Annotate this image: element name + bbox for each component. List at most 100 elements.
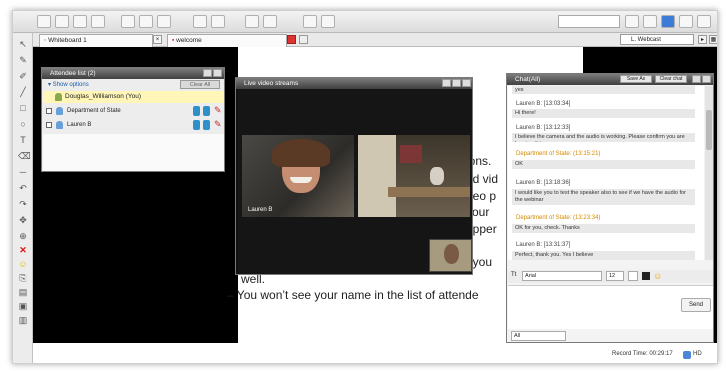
- chat-message: OK: [512, 160, 695, 169]
- marker-tool-icon[interactable]: ✐: [18, 71, 28, 81]
- attendee-row-self[interactable]: Douglas_Williamson (You): [43, 91, 224, 103]
- close-icon[interactable]: [462, 79, 471, 87]
- attendee-row[interactable]: Department of State ✎: [43, 105, 224, 118]
- tab-bar: ▫ Whiteboard 1 × ▪ welcome L. Webcast ▸ …: [33, 33, 717, 47]
- tab-close-icon[interactable]: ×: [153, 35, 162, 44]
- minimize-icon[interactable]: [203, 69, 212, 77]
- text-color-icon[interactable]: [642, 272, 650, 280]
- clear-all-button[interactable]: Clear All: [180, 80, 220, 89]
- undo-tool-icon[interactable]: ↶: [18, 183, 28, 193]
- settings-icon[interactable]: [625, 15, 639, 28]
- show-options-link[interactable]: ▾ Show options: [48, 81, 89, 88]
- tab-add-icon[interactable]: [299, 35, 308, 44]
- save-icon[interactable]: [303, 15, 317, 28]
- font-icon: Tt: [511, 272, 517, 278]
- chat-scroll-thumb[interactable]: [706, 110, 712, 150]
- video-feed-department[interactable]: [358, 135, 470, 217]
- send-button[interactable]: Send: [681, 298, 711, 312]
- tab-welcome[interactable]: ▪ welcome: [167, 34, 287, 47]
- person-icon[interactable]: [203, 120, 210, 130]
- attendee-list-titlebar[interactable]: Attendee list (2): [42, 68, 224, 79]
- record-time: Record Time: 00:29:17: [612, 351, 673, 357]
- minimize-icon[interactable]: [692, 75, 701, 83]
- pencil-tool-icon[interactable]: ✎: [18, 55, 28, 65]
- tab-close-icon[interactable]: [287, 35, 296, 44]
- share-icon[interactable]: [643, 15, 657, 28]
- chat-sender: Lauren B: [13:03:34]: [516, 101, 571, 107]
- emoticon-icon[interactable]: ☺: [653, 271, 662, 281]
- text-tool-icon[interactable]: T: [18, 135, 28, 145]
- save-as-button[interactable]: Save As: [620, 75, 652, 83]
- close-icon[interactable]: [702, 75, 711, 83]
- status-bar: Record Time: 00:29:17 HD: [33, 343, 717, 363]
- pen-permission-icon[interactable]: ✎: [214, 105, 222, 116]
- line-width-icon[interactable]: ─: [18, 167, 28, 177]
- text-icon[interactable]: [91, 15, 105, 28]
- minimize-icon[interactable]: [442, 79, 451, 87]
- chat-message: I would like you to test the speaker als…: [512, 189, 695, 205]
- ellipse-tool-icon[interactable]: ○: [18, 119, 28, 129]
- shape-icon[interactable]: [121, 15, 135, 28]
- export-icon[interactable]: ▥: [18, 315, 28, 325]
- clear-icon[interactable]: ✕: [18, 245, 28, 255]
- user-icon: [56, 121, 63, 129]
- chat-message: I believe the camera and the audio is wo…: [512, 133, 695, 142]
- webcam-icon[interactable]: [661, 15, 675, 28]
- presenter-dropdown[interactable]: L. Webcast: [620, 34, 694, 45]
- zoom-icon[interactable]: [263, 15, 277, 28]
- participant-smile: [290, 177, 312, 183]
- bold-icon[interactable]: [628, 271, 638, 281]
- left-toolbar: ↖ ✎ ✐ ╱ □ ○ T ⌫ ─ ↶ ↷ ✥ ⊕ ✕ ☺ ⎘ ▤ ▣ ▥: [13, 33, 33, 363]
- maximize-icon[interactable]: [213, 69, 222, 77]
- size-select[interactable]: 12: [606, 271, 624, 281]
- fullscreen-icon[interactable]: [697, 15, 711, 28]
- arrow-tool-icon[interactable]: ↖: [18, 39, 28, 49]
- video-feed-self[interactable]: [429, 239, 472, 272]
- layout-icon[interactable]: ▦: [709, 35, 717, 44]
- pen-permission-icon[interactable]: ✎: [214, 119, 222, 130]
- recipient-select[interactable]: All: [511, 331, 566, 341]
- print-icon[interactable]: [321, 15, 335, 28]
- participant-face: [444, 244, 459, 264]
- line-tool-icon[interactable]: ╱: [18, 87, 28, 97]
- paste-icon[interactable]: ▤: [18, 287, 28, 297]
- redo-tool-icon[interactable]: ↷: [18, 199, 28, 209]
- screen-icon[interactable]: [679, 15, 693, 28]
- next-icon[interactable]: ▸: [698, 35, 707, 44]
- bullet-text: – You won’t see your name in the list of…: [227, 288, 479, 302]
- chat-scrollbar[interactable]: [705, 86, 713, 260]
- top-toolbar: [13, 11, 717, 33]
- grid-icon[interactable]: [245, 15, 259, 28]
- maximize-icon[interactable]: [452, 79, 461, 87]
- attendee-checkbox[interactable]: [46, 108, 52, 114]
- font-select[interactable]: Arial: [522, 271, 602, 281]
- lock-icon[interactable]: ▣: [18, 301, 28, 311]
- attendee-checkbox[interactable]: [46, 122, 52, 128]
- search-field[interactable]: [558, 15, 620, 28]
- eraser-tool-icon[interactable]: ⌫: [18, 151, 31, 161]
- rect-tool-icon[interactable]: □: [18, 103, 28, 113]
- tab-whiteboard[interactable]: ▫ Whiteboard 1: [39, 34, 153, 47]
- pointer-icon[interactable]: [55, 15, 69, 28]
- app-frame: ▫ Whiteboard 1 × ▪ welcome L. Webcast ▸ …: [12, 10, 718, 364]
- pen-icon[interactable]: [73, 15, 87, 28]
- attendee-row[interactable]: Lauren B ✎: [43, 119, 224, 132]
- video-feed-lauren[interactable]: Lauren B: [242, 135, 354, 217]
- clear-chat-button[interactable]: Clear chat: [655, 75, 687, 83]
- undo-icon[interactable]: [139, 15, 153, 28]
- chat-message: OK for you, check. Thanks: [512, 224, 695, 233]
- move-tool-icon[interactable]: ✥: [18, 215, 28, 225]
- mic-icon[interactable]: [193, 106, 200, 116]
- color-icon[interactable]: [211, 15, 225, 28]
- menu-icon[interactable]: [37, 15, 51, 28]
- emoticon-icon[interactable]: ☺: [18, 259, 28, 269]
- chat-title: Chat(All): [515, 76, 541, 83]
- live-video-titlebar[interactable]: Live video streams: [236, 78, 472, 89]
- person-icon[interactable]: [203, 106, 210, 116]
- zoom-tool-icon[interactable]: ⊕: [18, 231, 28, 241]
- redo-icon[interactable]: [157, 15, 171, 28]
- copy-icon[interactable]: ⎘: [18, 273, 28, 283]
- mic-icon[interactable]: [193, 120, 200, 130]
- fill-icon[interactable]: [193, 15, 207, 28]
- quality-icon[interactable]: [683, 351, 691, 359]
